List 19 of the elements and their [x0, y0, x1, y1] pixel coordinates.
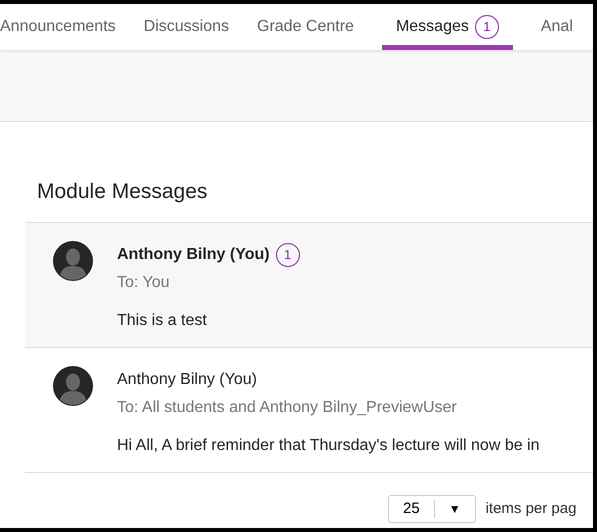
tab[interactable]: Discussions — [144, 4, 229, 50]
avatar-icon — [53, 241, 93, 281]
unread-badge: 1 — [276, 243, 300, 267]
message-text: Hi All, A brief reminder that Thursday's lecture will now be in — [117, 436, 540, 456]
message-row[interactable]: Anthony Bilny (You) To: All students and Anthony Bilny_PreviewUser Hi All, A brief reminder that Thursday's lecture will now be in — [25, 348, 593, 473]
avatar-icon — [53, 366, 93, 406]
sender-name: Anthony Bilny (You) — [117, 370, 257, 390]
count-badge: 1 — [474, 15, 499, 39]
recipients: To: All students and Anthony Bilny_PreviewUser — [117, 398, 458, 418]
tab[interactable]: Anal — [540, 4, 573, 50]
tab[interactable]: Grade Centre — [257, 4, 354, 50]
per-page-label: items per pag — [486, 498, 576, 519]
tab[interactable]: Announcements — [0, 4, 116, 50]
sender-name: Anthony Bilny (You) — [117, 245, 270, 265]
recipients: To: You — [117, 273, 170, 293]
message-row[interactable]: Anthony Bilny (You) 1 To: You This is a test — [25, 223, 593, 348]
message-text: This is a test — [117, 311, 208, 331]
section-heading: Module Messages — [37, 179, 208, 205]
per-page-select[interactable]: 25 ▼ — [388, 495, 476, 523]
